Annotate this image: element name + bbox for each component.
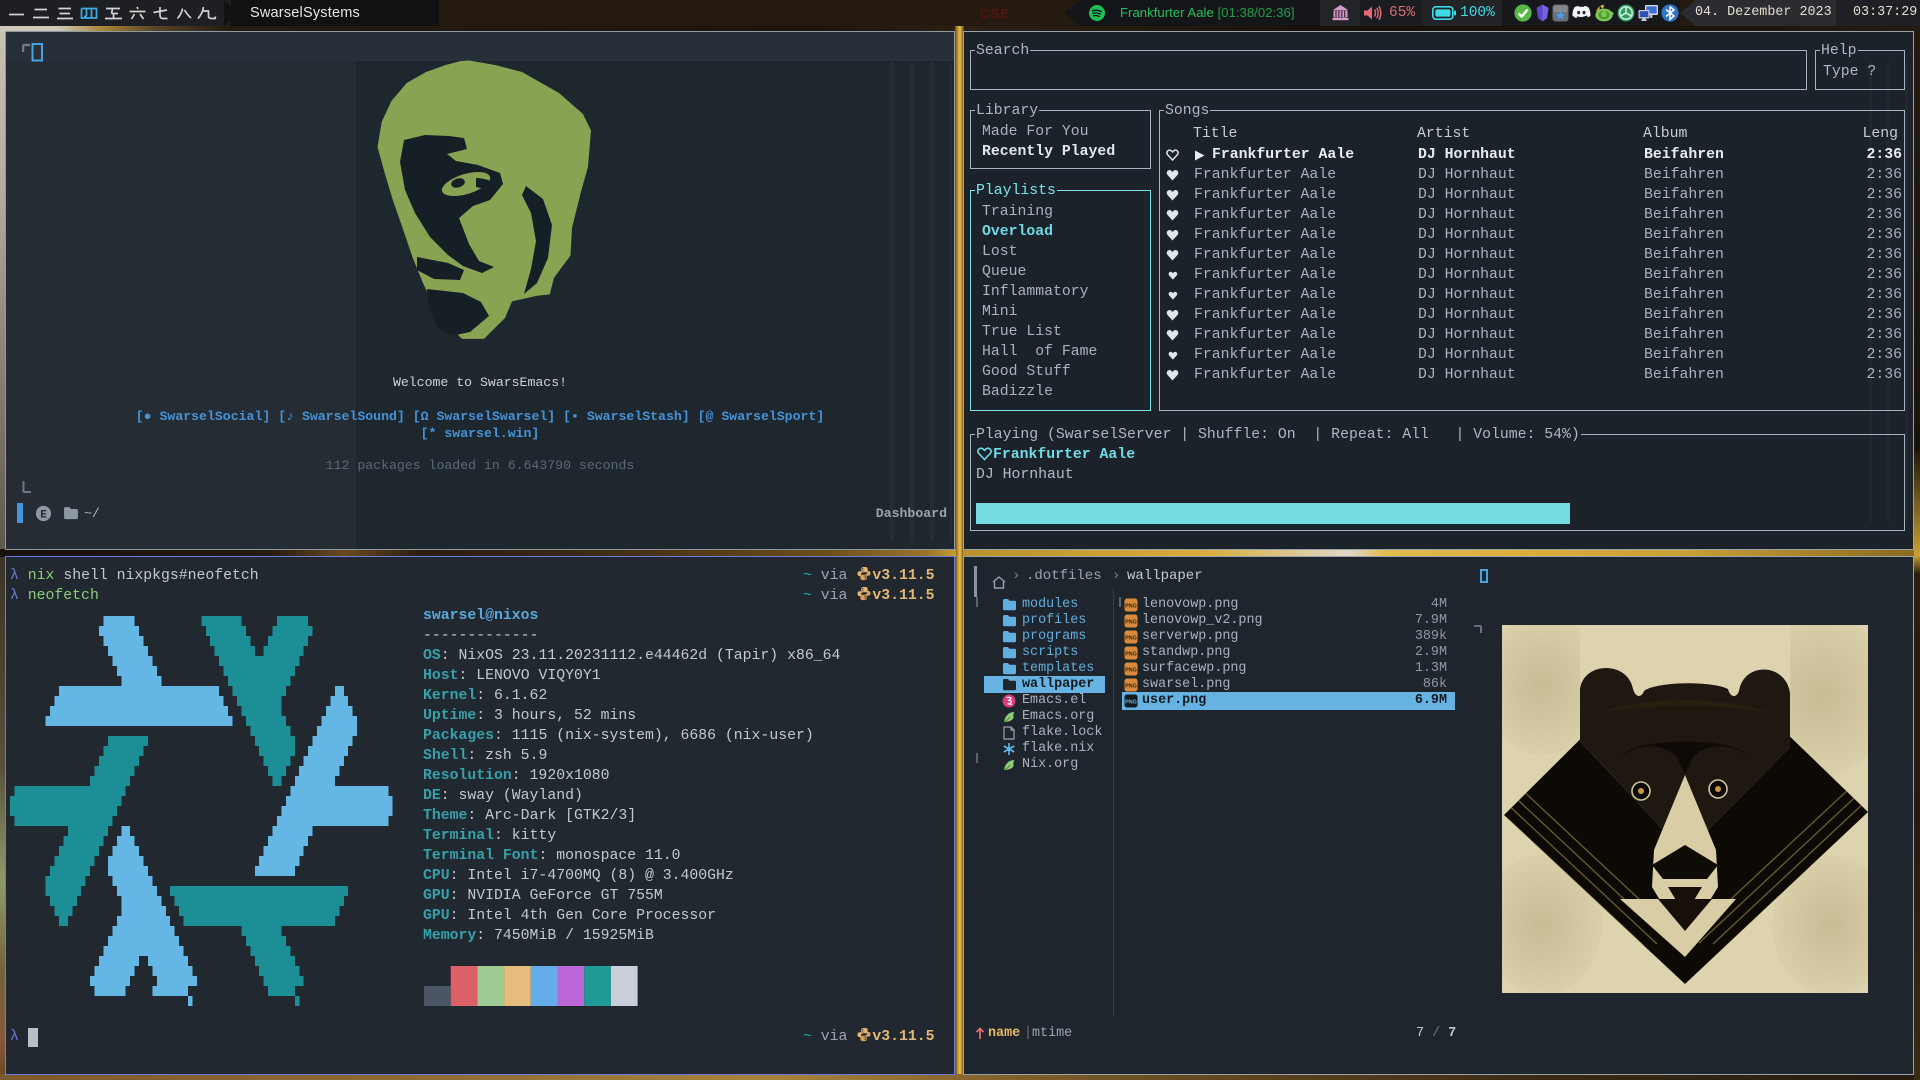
svg-text:PNG: PNG	[1125, 604, 1137, 610]
svg-text:PNG: PNG	[1125, 620, 1137, 626]
svg-text:PNG: PNG	[1125, 636, 1137, 642]
svg-text:PNG: PNG	[1125, 668, 1137, 674]
svg-text:PNG: PNG	[1125, 684, 1137, 690]
svg-text:PNG: PNG	[1125, 652, 1137, 658]
svg-text:PNG: PNG	[1125, 700, 1137, 706]
